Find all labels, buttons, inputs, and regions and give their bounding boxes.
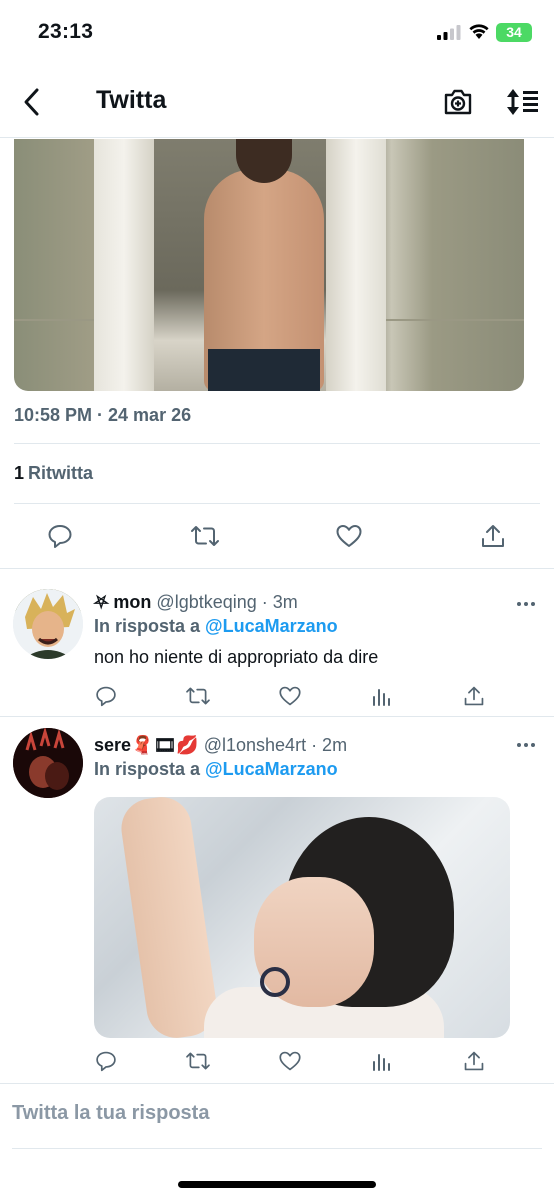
avatar[interactable] <box>13 728 83 798</box>
more-dots-icon <box>517 743 535 747</box>
wall-trim <box>386 319 524 321</box>
comment-icon <box>96 1051 116 1072</box>
share-button[interactable] <box>457 679 491 713</box>
views-button[interactable] <box>365 1044 399 1078</box>
reply-button[interactable] <box>89 679 123 713</box>
views-button[interactable] <box>365 679 399 713</box>
share-button[interactable] <box>473 516 513 556</box>
retweet-icon <box>186 1052 210 1070</box>
page-title: Twitta <box>96 86 167 114</box>
photo-ring <box>260 967 290 997</box>
in-reply-prefix: In risposta a <box>94 759 201 779</box>
reply-display-name[interactable]: ⛧ mon <box>94 592 151 612</box>
status-time: 23:13 <box>38 20 94 43</box>
share-button[interactable] <box>457 1044 491 1078</box>
divider <box>12 1148 542 1149</box>
retweet-button[interactable] <box>181 1044 215 1078</box>
retweet-button[interactable] <box>185 516 225 556</box>
mention-link[interactable]: @LucaMarzano <box>205 759 338 779</box>
mirror-frame <box>326 139 386 391</box>
like-button[interactable] <box>273 1044 307 1078</box>
retweet-label: Ritwitta <box>28 463 94 483</box>
mention-link[interactable]: @LucaMarzano <box>205 616 338 636</box>
reply-handle-time: @l1onshe4rt · 2m <box>203 735 348 755</box>
analytics-icon <box>373 689 390 706</box>
reply-display-name[interactable]: sere🧣🎞💋 <box>94 735 199 755</box>
photo-arm <box>117 797 221 1038</box>
heart-icon <box>279 1051 301 1071</box>
reply-media-image[interactable] <box>94 797 510 1038</box>
heart-icon <box>279 686 301 706</box>
reply-compose-input[interactable]: Twitta la tua risposta <box>12 1102 209 1125</box>
reply-button[interactable] <box>40 516 80 556</box>
retweet-icon <box>191 526 219 546</box>
more-dots-icon <box>517 602 535 606</box>
divider <box>14 443 540 444</box>
avatar[interactable] <box>13 589 83 659</box>
retweet-button[interactable] <box>181 679 215 713</box>
camera-plus-icon <box>444 89 472 115</box>
heart-icon <box>336 525 362 547</box>
divider <box>14 503 540 504</box>
comment-icon <box>48 525 72 548</box>
battery-level: 34 <box>506 24 522 40</box>
analytics-icon <box>373 1054 390 1071</box>
photo-subject-waist <box>208 349 320 391</box>
more-options-button[interactable] <box>512 594 540 614</box>
tweet-timestamp: 10:58 PM · 24 mar 26 <box>14 405 192 425</box>
reply-button[interactable] <box>89 1044 123 1078</box>
chevron-left-icon <box>24 88 39 116</box>
in-reply-prefix: In risposta a <box>94 616 201 636</box>
wifi-icon <box>469 24 489 39</box>
reply-handle-time: @lgbtkeqing · 3m <box>156 592 298 612</box>
status-bar: 23:13 34 <box>0 0 554 66</box>
reply-header: sere🧣🎞💋 @l1onshe4rt · 2m <box>94 735 347 756</box>
sort-replies-button[interactable] <box>503 84 541 120</box>
reply-text: non ho niente di appropriato da dire <box>94 647 379 667</box>
sort-icon <box>507 89 538 115</box>
like-button[interactable] <box>329 516 369 556</box>
avatar-illustration <box>13 589 83 659</box>
share-icon <box>464 1051 484 1071</box>
comment-icon <box>96 686 116 707</box>
reply-tweet[interactable]: ⛧ mon @lgbtkeqing · 3m In risposta a @Lu… <box>0 569 554 716</box>
wall-trim <box>14 319 94 321</box>
like-button[interactable] <box>273 679 307 713</box>
in-reply-to: In risposta a @LucaMarzano <box>94 616 338 637</box>
battery-indicator: 34 <box>496 23 532 42</box>
back-button[interactable] <box>14 84 50 120</box>
nav-header: Twitta <box>0 66 554 138</box>
more-options-button[interactable] <box>512 735 540 755</box>
retweet-stats[interactable]: 1 Ritwitta <box>14 463 93 484</box>
signal-icon <box>437 25 461 40</box>
divider <box>0 1083 554 1084</box>
reply-header: ⛧ mon @lgbtkeqing · 3m <box>94 592 298 613</box>
in-reply-to: In risposta a @LucaMarzano <box>94 759 338 780</box>
avatar-illustration <box>13 728 83 798</box>
home-indicator[interactable] <box>178 1181 376 1188</box>
tweet-media-image[interactable] <box>14 139 524 391</box>
retweet-count: 1 <box>14 463 25 483</box>
tweet-actions <box>0 510 554 566</box>
retweet-icon <box>186 687 210 705</box>
share-icon <box>464 686 484 706</box>
mirror-frame <box>94 139 154 391</box>
camera-button[interactable] <box>440 84 476 120</box>
share-icon <box>482 525 504 547</box>
